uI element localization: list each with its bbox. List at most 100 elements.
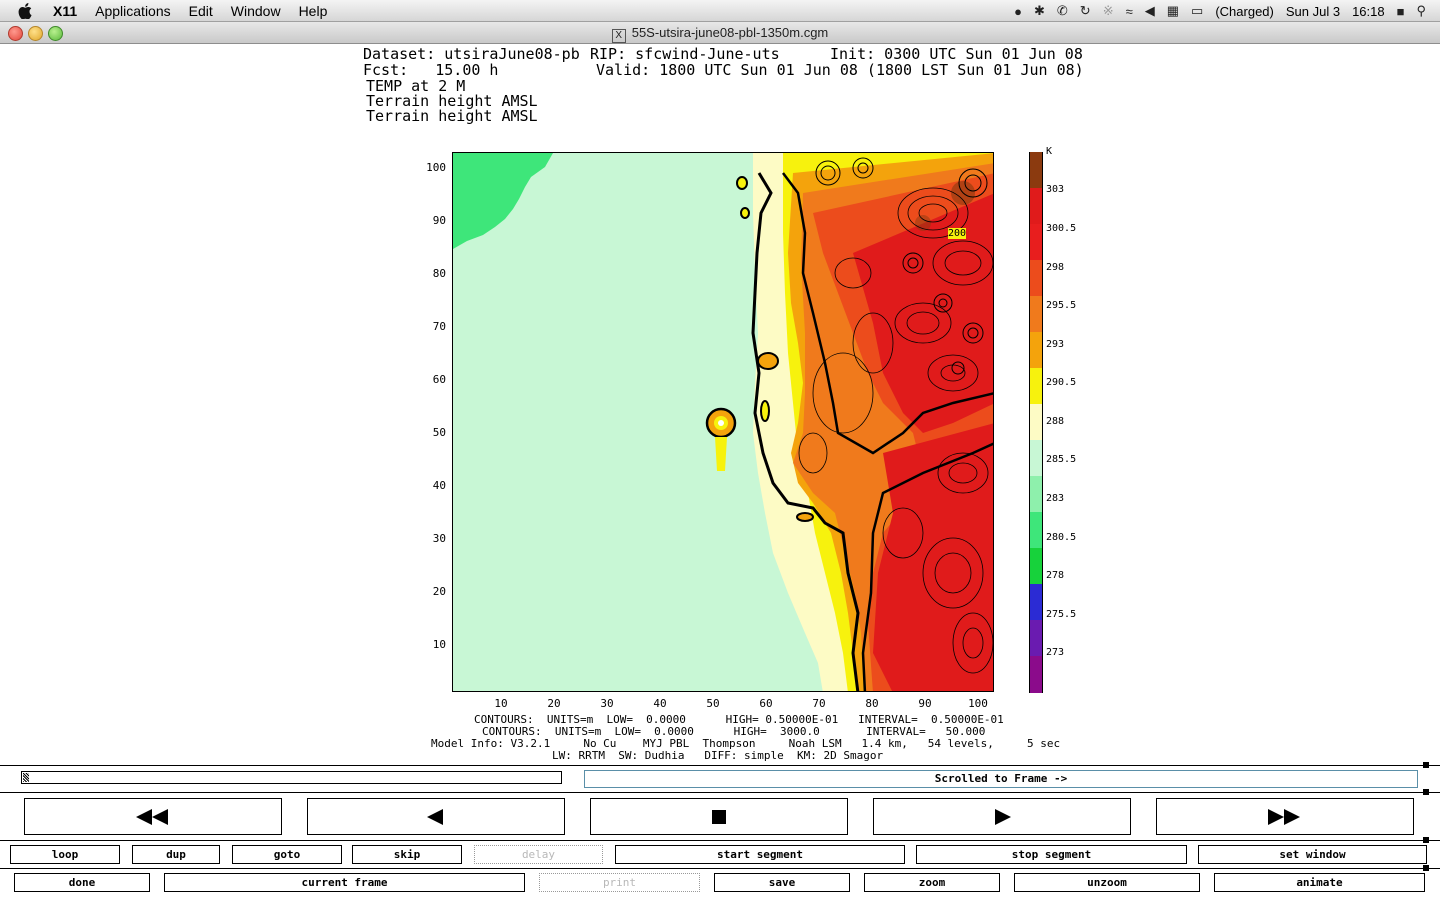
colorbar-swatch bbox=[1029, 584, 1043, 621]
resize-handle[interactable] bbox=[1423, 837, 1429, 843]
colorbar-swatch bbox=[1029, 332, 1043, 369]
play-icon bbox=[995, 808, 1011, 825]
menu-help[interactable]: Help bbox=[290, 3, 337, 19]
frame-scrollbar[interactable] bbox=[21, 771, 562, 784]
colorbar-label: 300.5 bbox=[1046, 223, 1077, 234]
menubar-date[interactable]: Sun Jul 3 bbox=[1286, 4, 1340, 19]
field-label-terrain-2: Terrain height AMSL bbox=[366, 107, 538, 125]
y-tick: 60 bbox=[432, 373, 446, 386]
apple-icon[interactable] bbox=[18, 2, 34, 19]
step-back-button[interactable] bbox=[307, 798, 565, 835]
goto-button[interactable]: goto bbox=[232, 845, 342, 864]
set-window-button[interactable]: set window bbox=[1198, 845, 1427, 864]
battery-icon[interactable]: ▭ bbox=[1191, 3, 1203, 19]
unzoom-button[interactable]: unzoom bbox=[1014, 873, 1200, 892]
window-titlebar: X 55S-utsira-june08-pbl-1350m.cgm bbox=[0, 22, 1440, 44]
x-tick: 40 bbox=[653, 697, 667, 710]
colorbar-label: 295.5 bbox=[1046, 300, 1077, 311]
app-menu[interactable]: X11 bbox=[44, 3, 86, 19]
y-tick: 90 bbox=[432, 214, 446, 227]
colorbar-swatch bbox=[1029, 548, 1043, 585]
divider bbox=[0, 765, 1440, 766]
colorbar-label: 280.5 bbox=[1046, 532, 1077, 543]
colorbar-swatch bbox=[1029, 512, 1043, 549]
done-button[interactable]: done bbox=[14, 873, 150, 892]
colorbar-swatch bbox=[1029, 296, 1043, 333]
colorbar-label: 298 bbox=[1046, 262, 1065, 273]
colorbar-swatch bbox=[1029, 224, 1043, 261]
x-tick: 30 bbox=[600, 697, 614, 710]
x-tick: 80 bbox=[865, 697, 879, 710]
print-button[interactable]: print bbox=[539, 873, 700, 892]
rewind-icon bbox=[136, 808, 168, 825]
current-frame-button[interactable]: current frame bbox=[164, 873, 525, 892]
volume-icon[interactable]: ◀ bbox=[1145, 3, 1155, 19]
loop-button[interactable]: loop bbox=[10, 845, 120, 864]
colorbar-swatch bbox=[1029, 440, 1043, 477]
menubar-time[interactable]: 16:18 bbox=[1352, 4, 1385, 19]
bluetooth-icon[interactable]: ※ bbox=[1103, 3, 1114, 19]
bluetooth-antenna-icon[interactable]: ✱ bbox=[1034, 3, 1045, 19]
stop-button[interactable] bbox=[590, 798, 848, 835]
x-tick: 90 bbox=[918, 697, 932, 710]
rip-label: RIP: sfcwind-June-uts bbox=[590, 45, 780, 63]
colorbar-swatch bbox=[1029, 368, 1043, 405]
x-tick: 20 bbox=[547, 697, 561, 710]
colorbar-swatch bbox=[1029, 656, 1043, 693]
status-field: Scrolled to Frame -> bbox=[584, 770, 1418, 788]
rewind-button[interactable] bbox=[24, 798, 282, 835]
init-label: Init: 0300 UTC Sun 01 Jun 08 bbox=[830, 45, 1083, 63]
y-tick: 40 bbox=[432, 479, 446, 492]
colorbar-swatch bbox=[1029, 152, 1043, 189]
menu-window[interactable]: Window bbox=[222, 3, 290, 19]
animate-button[interactable]: animate bbox=[1214, 873, 1425, 892]
menu-applications[interactable]: Applications bbox=[86, 3, 180, 19]
step-forward-button[interactable] bbox=[873, 798, 1131, 835]
fast-forward-button[interactable] bbox=[1156, 798, 1414, 835]
phone-icon[interactable]: ✆ bbox=[1057, 3, 1068, 19]
stop-segment-button[interactable]: stop segment bbox=[916, 845, 1187, 864]
battery-status[interactable]: (Charged) bbox=[1215, 4, 1274, 19]
valid-label: Valid: 1800 UTC Sun 01 Jun 08 (1800 LST … bbox=[596, 61, 1084, 79]
y-tick: 30 bbox=[432, 532, 446, 545]
step-back-icon bbox=[427, 808, 443, 825]
colorbar-label: 285.5 bbox=[1046, 454, 1077, 465]
wifi-icon[interactable]: ≈ bbox=[1126, 4, 1133, 19]
scroll-thumb[interactable] bbox=[23, 773, 29, 782]
save-button[interactable]: save bbox=[714, 873, 850, 892]
y-tick: 50 bbox=[432, 426, 446, 439]
delay-button[interactable]: delay bbox=[474, 845, 603, 864]
user-icon[interactable]: ■ bbox=[1397, 4, 1405, 19]
colorbar-label: 288 bbox=[1046, 416, 1065, 427]
resize-handle[interactable] bbox=[1423, 865, 1429, 871]
time-machine-icon[interactable]: ↻ bbox=[1080, 3, 1091, 19]
colorbar-label: 303 bbox=[1046, 184, 1065, 195]
start-segment-button[interactable]: start segment bbox=[615, 845, 905, 864]
fcst-label: Fcst: 15.00 h bbox=[363, 61, 499, 79]
y-tick: 10 bbox=[432, 638, 446, 651]
resize-handle[interactable] bbox=[1423, 789, 1429, 795]
colorbar-label: 283 bbox=[1046, 493, 1065, 504]
colorbar-swatch bbox=[1029, 620, 1043, 657]
menu-edit[interactable]: Edit bbox=[180, 3, 222, 19]
dup-button[interactable]: dup bbox=[132, 845, 220, 864]
alien-icon[interactable]: ● bbox=[1014, 4, 1022, 19]
y-tick: 70 bbox=[432, 320, 446, 333]
colorbar-swatch bbox=[1029, 188, 1043, 225]
skip-button[interactable]: skip bbox=[352, 845, 462, 864]
divider bbox=[0, 840, 1440, 841]
stop-icon bbox=[712, 809, 726, 824]
physics-info: LW: RRTM SW: Dudhia DIFF: simple KM: 2D … bbox=[552, 749, 884, 762]
colorbar-swatch bbox=[1029, 476, 1043, 513]
dataset-label: Dataset: utsiraJune08-pb bbox=[363, 45, 580, 63]
y-tick: 100 bbox=[426, 161, 446, 174]
calendar-icon[interactable]: ▦ bbox=[1167, 3, 1179, 19]
x11-icon: X bbox=[611, 29, 626, 43]
divider bbox=[0, 868, 1440, 869]
colorbar-swatch bbox=[1029, 404, 1043, 441]
x-tick: 70 bbox=[812, 697, 826, 710]
resize-handle[interactable] bbox=[1423, 762, 1429, 768]
x-tick: 100 bbox=[968, 697, 988, 710]
spotlight-icon[interactable]: ⚲ bbox=[1416, 3, 1426, 19]
zoom-button-ctl[interactable]: zoom bbox=[864, 873, 1000, 892]
